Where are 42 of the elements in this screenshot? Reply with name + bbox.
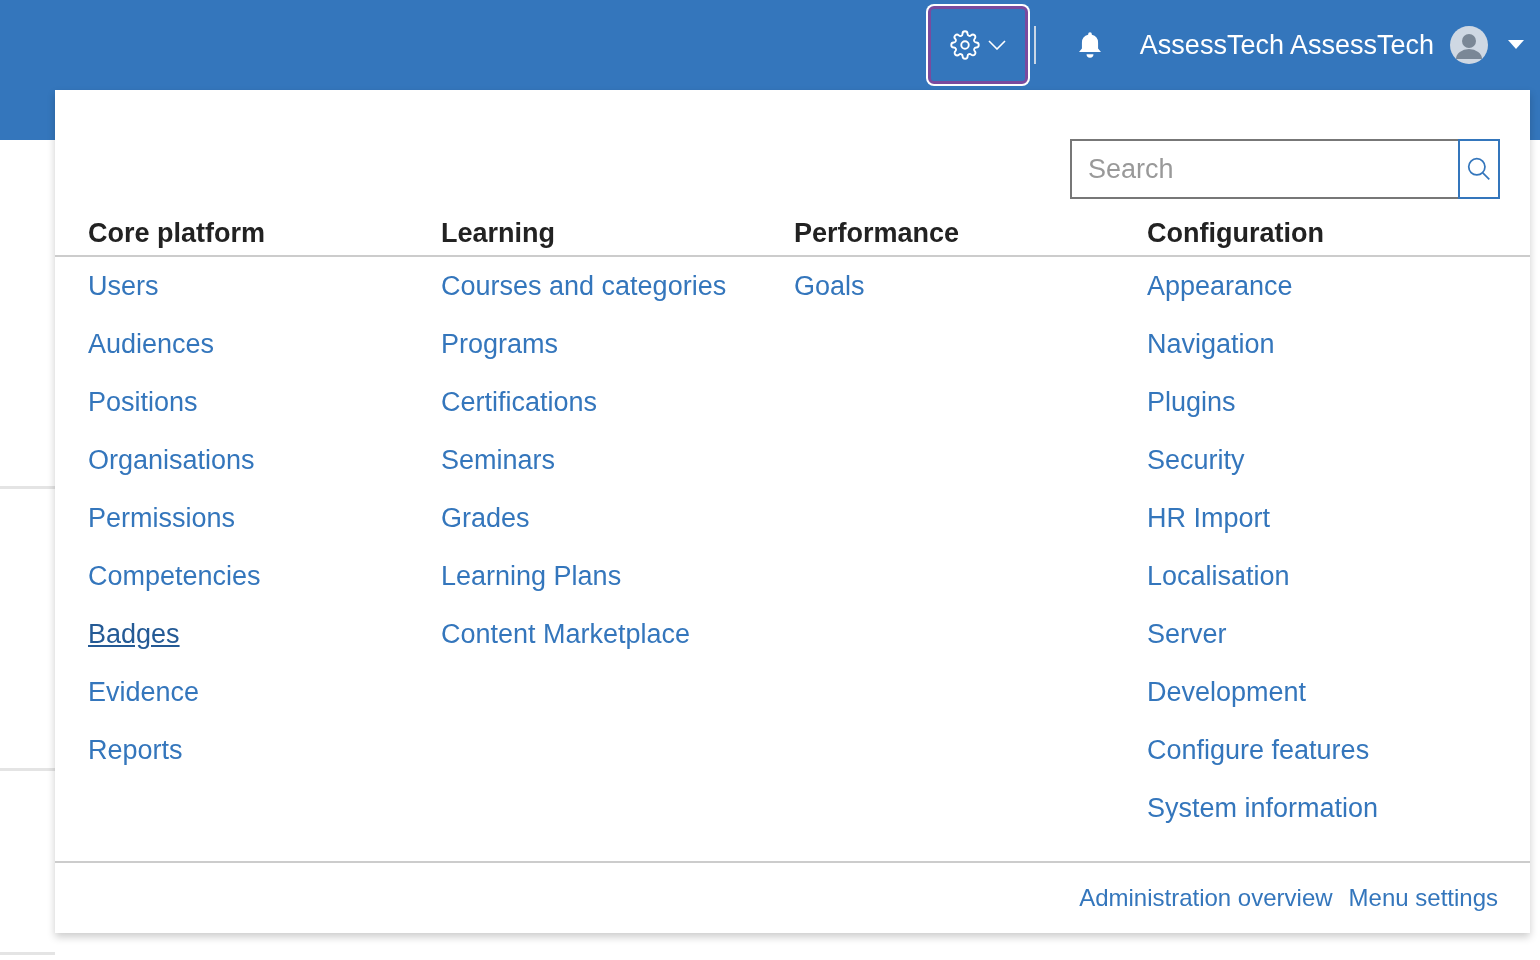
menu-link[interactable]: Navigation [1147, 329, 1275, 360]
menu-link[interactable]: Configure features [1147, 735, 1370, 766]
column-heading: Learning [441, 218, 555, 248]
column-heading: Core platform [88, 218, 266, 248]
avatar[interactable] [1450, 26, 1488, 64]
menu-link[interactable]: Badges [88, 619, 180, 650]
menu-link[interactable]: Courses and categories [441, 271, 727, 302]
menu-link[interactable]: Permissions [88, 503, 236, 534]
menu-link[interactable]: Grades [441, 503, 530, 534]
column-heading: Performance [794, 218, 960, 248]
menu-link[interactable]: Reports [88, 735, 183, 766]
menu-link[interactable]: Evidence [88, 677, 200, 708]
menu-link[interactable]: Seminars [441, 445, 556, 476]
menu-link[interactable]: Learning Plans [441, 561, 622, 592]
menu-link[interactable]: Programs [441, 329, 559, 360]
settings-icon [949, 30, 980, 60]
menu-link[interactable]: Users [88, 271, 159, 302]
settings-button[interactable] [927, 6, 1028, 84]
menu-link[interactable]: Positions [88, 387, 198, 418]
menu-link[interactable]: Content Marketplace [441, 619, 691, 650]
user-name[interactable]: AssessTech AssessTech [1139, 29, 1434, 61]
menu-link[interactable]: Localisation [1147, 561, 1290, 592]
menu-link[interactable]: Appearance [1147, 271, 1293, 302]
menu-link[interactable]: Plugins [1147, 387, 1236, 418]
menu-link[interactable]: Server [1147, 619, 1227, 650]
footer-link[interactable]: Administration overview [1079, 884, 1333, 912]
search-icon [1466, 156, 1492, 182]
menu-link[interactable]: Organisations [88, 445, 255, 476]
search-button[interactable] [1458, 139, 1500, 199]
menu-link[interactable]: HR Import [1147, 503, 1271, 534]
search-field[interactable]: Search [1070, 139, 1458, 199]
menu-link[interactable]: Development [1147, 677, 1307, 708]
menu-link[interactable]: Audiences [88, 329, 215, 360]
footer-link[interactable]: Menu settings [1348, 884, 1498, 912]
menu-link[interactable]: Certifications [441, 387, 598, 418]
menu-link[interactable]: Security [1147, 445, 1245, 476]
menu-link[interactable]: Goals [794, 271, 865, 302]
menu-link[interactable]: Competencies [88, 561, 261, 592]
chevron-down-icon [987, 40, 1006, 50]
column-heading: Configuration [1147, 218, 1324, 248]
menu-link[interactable]: System information [1147, 793, 1379, 824]
caret-icon[interactable] [1508, 40, 1524, 50]
